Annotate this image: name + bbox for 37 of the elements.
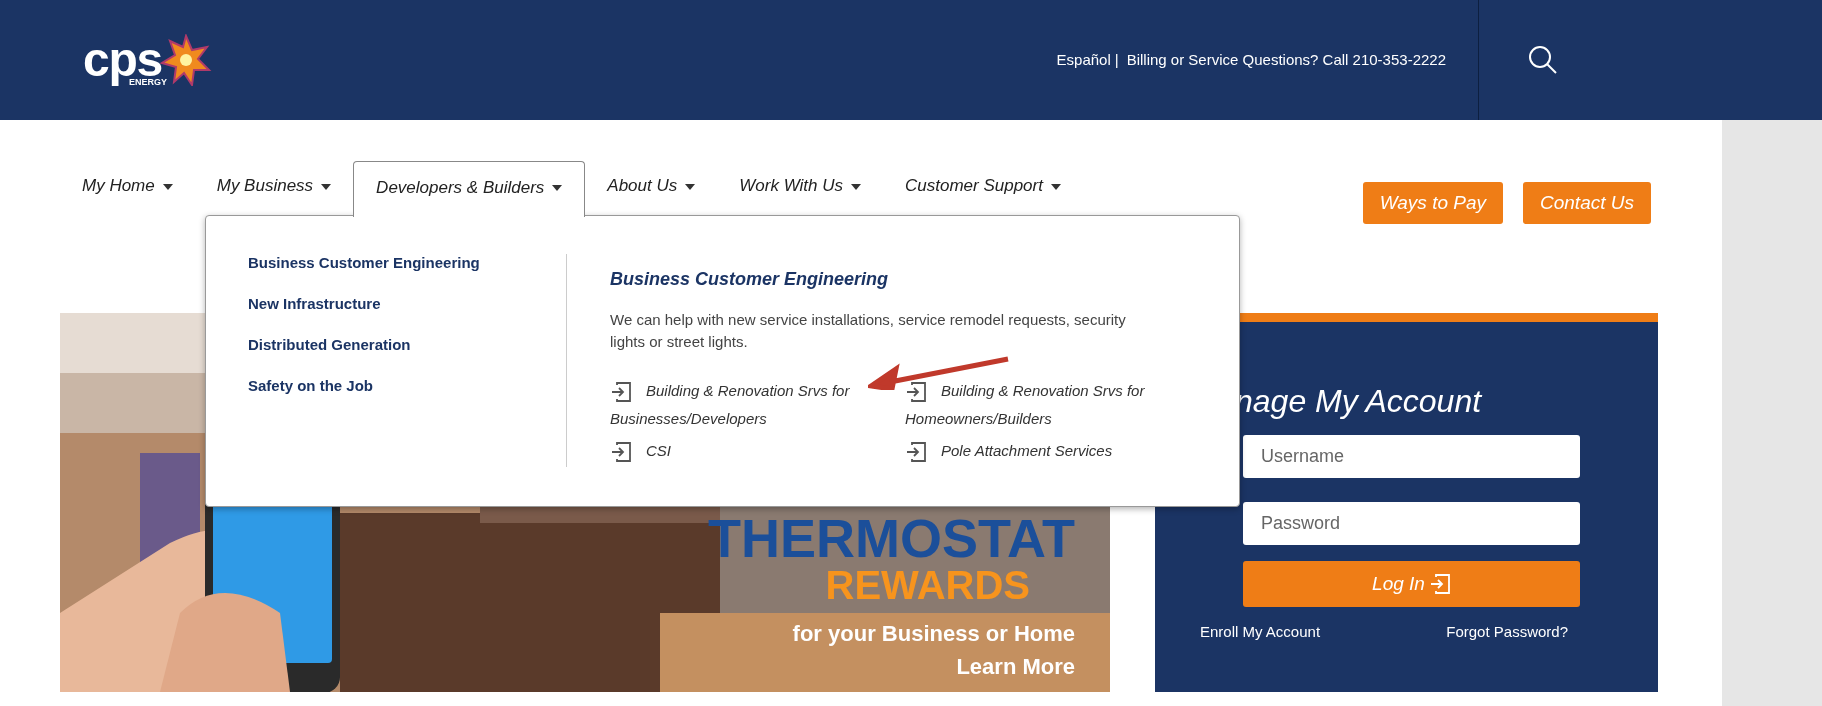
nav-tab[interactable]: Work With Us [717, 160, 883, 216]
sign-in-icon [1428, 573, 1451, 595]
submenu-link[interactable]: Business Customer Engineering [248, 254, 566, 271]
banner-tagline: for your Business or Home [792, 620, 1075, 648]
caret-icon [162, 183, 173, 190]
sign-in-icon [905, 381, 927, 404]
nav-tab[interactable]: Developers & Builders [353, 161, 586, 217]
sign-in-icon [905, 441, 927, 464]
caret-icon [1050, 183, 1061, 190]
sign-in-icon [610, 381, 632, 404]
language-link[interactable]: Español [1056, 48, 1111, 72]
submenu-link[interactable]: Safety on the Job [248, 377, 566, 394]
resource-link[interactable]: Building & Renovation Srvs for Businesses/Developers [610, 377, 905, 433]
nav-tab[interactable]: Customer Support [883, 160, 1083, 216]
submenu-heading: Business Customer Engineering [610, 268, 890, 291]
phone-text: Billing or Service Questions? Call 210-353-2222 [1126, 49, 1446, 70]
resource-link[interactable]: Pole Attachment Services [905, 437, 1205, 465]
sign-in-icon [610, 441, 632, 464]
submenu-link[interactable]: New Infrastructure [248, 295, 566, 312]
password-field[interactable]: Password [1243, 502, 1580, 545]
submenu-description: We can help with new service installations, service remodel requests, security lights or street lights. [610, 310, 1127, 352]
nav-tab[interactable]: About Us [585, 160, 718, 216]
enroll-link[interactable]: Enroll My Account [1200, 621, 1321, 644]
separator: | [1114, 49, 1119, 70]
resource-link[interactable]: Building & Renovation Srvs for Homeowners/Builders [905, 377, 1205, 433]
resource-link[interactable]: CSI [610, 437, 905, 465]
forgot-password-link[interactable]: Forgot Password? [1446, 621, 1568, 644]
username-field[interactable]: Username [1243, 435, 1580, 478]
caret-icon [552, 185, 563, 192]
submenu-link[interactable]: Distributed Generation [248, 336, 566, 353]
banner-subtitle: REWARDS [825, 565, 1030, 605]
caret-icon [321, 183, 332, 190]
caret-icon [851, 183, 861, 190]
nav-tab[interactable]: My Home [60, 160, 195, 216]
caret-icon [685, 183, 696, 190]
nav-tab[interactable]: My Business [194, 160, 354, 216]
search-icon[interactable] [1527, 44, 1559, 76]
